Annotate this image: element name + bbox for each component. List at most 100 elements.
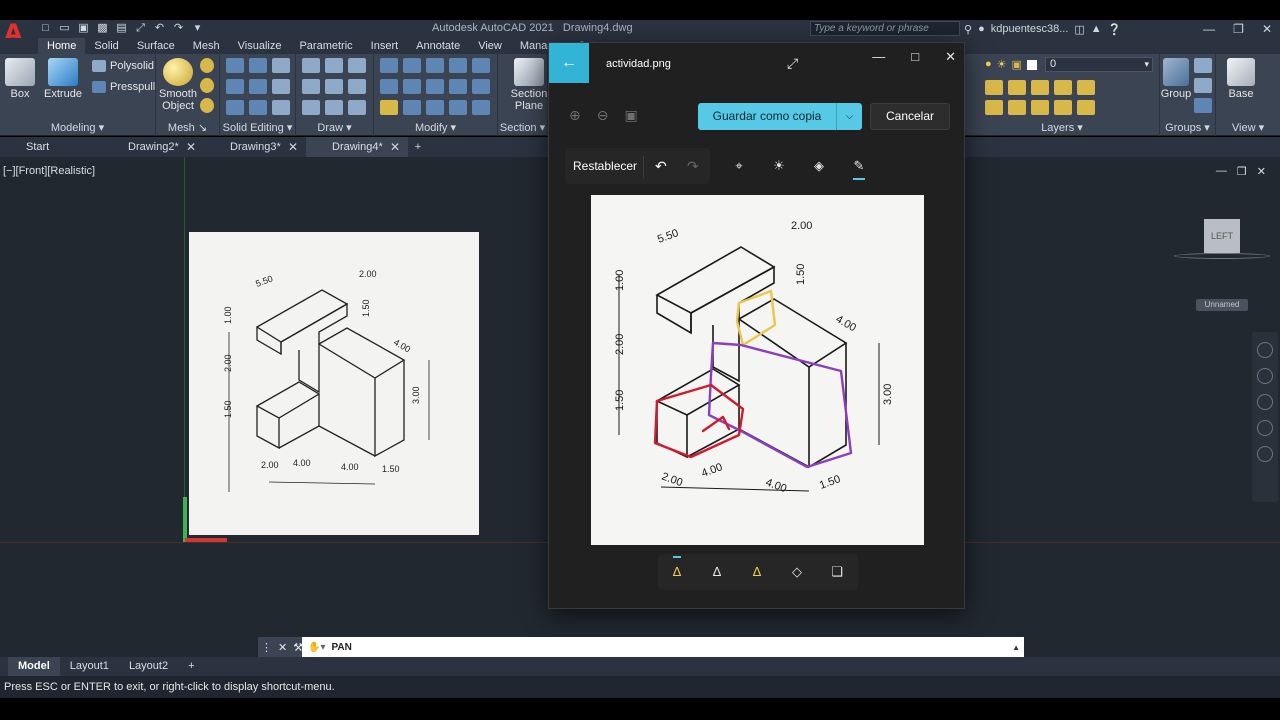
user-name[interactable]: kdpuentesc38... <box>991 23 1069 35</box>
zoom-in-icon[interactable]: ⊕ <box>569 107 581 124</box>
viewport-minimize-icon[interactable]: — <box>1216 165 1227 178</box>
close-icon[interactable]: ✕ <box>288 137 298 157</box>
layer-tool-5-icon[interactable] <box>1077 80 1095 95</box>
viewport-controls-label[interactable]: [−][Front][Realistic] <box>3 165 95 177</box>
layer-bulb-icon[interactable]: ● <box>985 58 992 71</box>
rectangle-icon[interactable] <box>348 100 366 115</box>
redo-icon[interactable]: ↷ <box>171 21 186 35</box>
command-history-dropdown-icon[interactable]: ▲ <box>1012 643 1024 652</box>
fillet-icon[interactable] <box>472 58 490 73</box>
viewport-restore-icon[interactable]: ❐ <box>1237 165 1247 178</box>
command-input[interactable]: ✋▾ PAN <box>302 642 1012 653</box>
back-arrow-icon[interactable]: ← <box>549 43 589 83</box>
file-tab-start[interactable]: Start <box>0 137 102 157</box>
reset-button[interactable]: Restablecer <box>573 159 637 173</box>
layer-tool-10-icon[interactable] <box>1077 100 1095 115</box>
grip-icon[interactable]: ⋮ <box>261 641 272 654</box>
union-icon[interactable] <box>226 58 244 73</box>
subtract-icon[interactable] <box>249 58 267 73</box>
polygon-icon[interactable] <box>302 100 320 115</box>
tab-layout2[interactable]: Layout2 <box>119 657 178 676</box>
redo-icon[interactable]: ↷ <box>687 158 699 175</box>
orbit-icon[interactable] <box>1257 420 1273 436</box>
layer-tool-8-icon[interactable] <box>1031 100 1049 115</box>
panel-title-modify[interactable]: Modify ▾ <box>374 121 497 134</box>
line-icon[interactable] <box>302 58 320 73</box>
zoom-icon[interactable] <box>1257 394 1273 410</box>
crop-icon[interactable]: ⌖ <box>729 156 749 176</box>
ucs-unnamed-badge[interactable]: Unnamed <box>1196 299 1248 311</box>
stretch-icon[interactable] <box>426 100 444 115</box>
file-tab-drawing3[interactable]: Drawing3* ✕ <box>204 137 306 157</box>
zoom-out-icon[interactable]: ⊖ <box>597 107 609 124</box>
tab-visualize[interactable]: Visualize <box>229 38 291 54</box>
fit-screen-icon[interactable]: ▣ <box>624 107 637 124</box>
undo-icon[interactable]: ↶ <box>655 158 667 175</box>
panel-title-section[interactable]: Section ▾ <box>498 121 547 134</box>
mesh-tool-2-icon[interactable] <box>200 78 214 93</box>
panel-title-solid-editing[interactable]: Solid Editing ▾ <box>220 121 295 134</box>
fillet-edge-icon[interactable] <box>272 100 290 115</box>
scale-icon[interactable] <box>403 100 421 115</box>
layer-sun-icon[interactable]: ☀ <box>997 58 1007 71</box>
steering-wheel-icon[interactable] <box>1257 342 1273 358</box>
layer-tool-6-icon[interactable] <box>985 100 1003 115</box>
cancel-button[interactable]: Cancelar <box>870 103 950 130</box>
clear-all-icon[interactable]: ❏ <box>827 562 847 582</box>
gizmo-icon[interactable] <box>403 58 421 73</box>
move-icon[interactable] <box>426 58 444 73</box>
help-icon[interactable]: ❔ <box>1108 23 1122 36</box>
base-button[interactable]: Base <box>1224 58 1258 100</box>
new-tab-plus-icon[interactable]: + <box>408 137 428 157</box>
minimize-icon[interactable]: — <box>872 49 885 65</box>
panel-title-layers[interactable]: Layers ▾ <box>965 121 1159 134</box>
file-tab-drawing2[interactable]: Drawing2* ✕ <box>102 137 204 157</box>
tab-mesh[interactable]: Mesh <box>184 38 229 54</box>
tab-home[interactable]: Home <box>38 38 86 54</box>
pan-icon[interactable] <box>1257 368 1273 384</box>
showmotion-icon[interactable] <box>1257 446 1273 462</box>
trim-icon[interactable] <box>449 79 467 94</box>
group-edit-icon[interactable] <box>1194 78 1212 93</box>
polyline-icon[interactable] <box>325 58 343 73</box>
offset-icon[interactable] <box>449 100 467 115</box>
layer-tool-9-icon[interactable] <box>1054 100 1072 115</box>
close-icon[interactable]: ✕ <box>186 137 196 157</box>
group-button[interactable]: Group <box>1160 58 1192 100</box>
arc-icon[interactable] <box>348 58 366 73</box>
shell-icon[interactable] <box>226 100 244 115</box>
layer-tool-1-icon[interactable] <box>985 80 1003 95</box>
close-icon[interactable]: ✕ <box>945 49 956 65</box>
tab-parametric[interactable]: Parametric <box>290 38 361 54</box>
box-button[interactable]: Box <box>4 58 36 100</box>
tab-solid[interactable]: Solid <box>85 38 127 54</box>
extrude-button[interactable]: Extrude <box>42 58 84 100</box>
chevron-down-icon[interactable]: ⌵ <box>836 103 862 130</box>
adjust-brightness-icon[interactable]: ☀ <box>769 156 789 176</box>
polysolid-button[interactable]: Polysolid <box>92 60 154 72</box>
tab-surface[interactable]: Surface <box>128 38 184 54</box>
mirror-icon[interactable] <box>380 58 398 73</box>
tab-insert[interactable]: Insert <box>362 38 408 54</box>
group-select-icon[interactable] <box>1194 98 1212 113</box>
share-icon[interactable]: ⤢ <box>133 21 148 35</box>
mesh-tool-3-icon[interactable] <box>200 98 214 113</box>
panel-title-groups[interactable]: Groups ▾ <box>1160 121 1215 134</box>
pencil-icon[interactable]: ∆ <box>707 562 727 582</box>
close-icon[interactable]: ✕ <box>278 641 287 654</box>
tab-layout1[interactable]: Layout1 <box>60 657 119 676</box>
panel-title-view[interactable]: View ▾ <box>1216 121 1280 134</box>
ballpoint-pen-icon[interactable]: ∆ <box>667 562 687 582</box>
chamfer-icon[interactable] <box>472 79 490 94</box>
cart-icon[interactable]: ◫ <box>1074 23 1084 36</box>
viewcube-compass[interactable] <box>1174 253 1270 259</box>
ellipse-icon[interactable] <box>348 79 366 94</box>
file-tab-drawing4[interactable]: Drawing4* ✕ <box>306 137 408 157</box>
circle-icon[interactable] <box>325 79 343 94</box>
panel-title-modeling[interactable]: Modeling ▾ <box>0 121 155 134</box>
intersect-icon[interactable] <box>272 58 290 73</box>
minimize-icon[interactable]: — <box>1203 20 1215 38</box>
ungroup-icon[interactable] <box>1194 58 1212 73</box>
spline-icon[interactable] <box>302 79 320 94</box>
highlighter-icon[interactable]: ∆ <box>747 562 767 582</box>
